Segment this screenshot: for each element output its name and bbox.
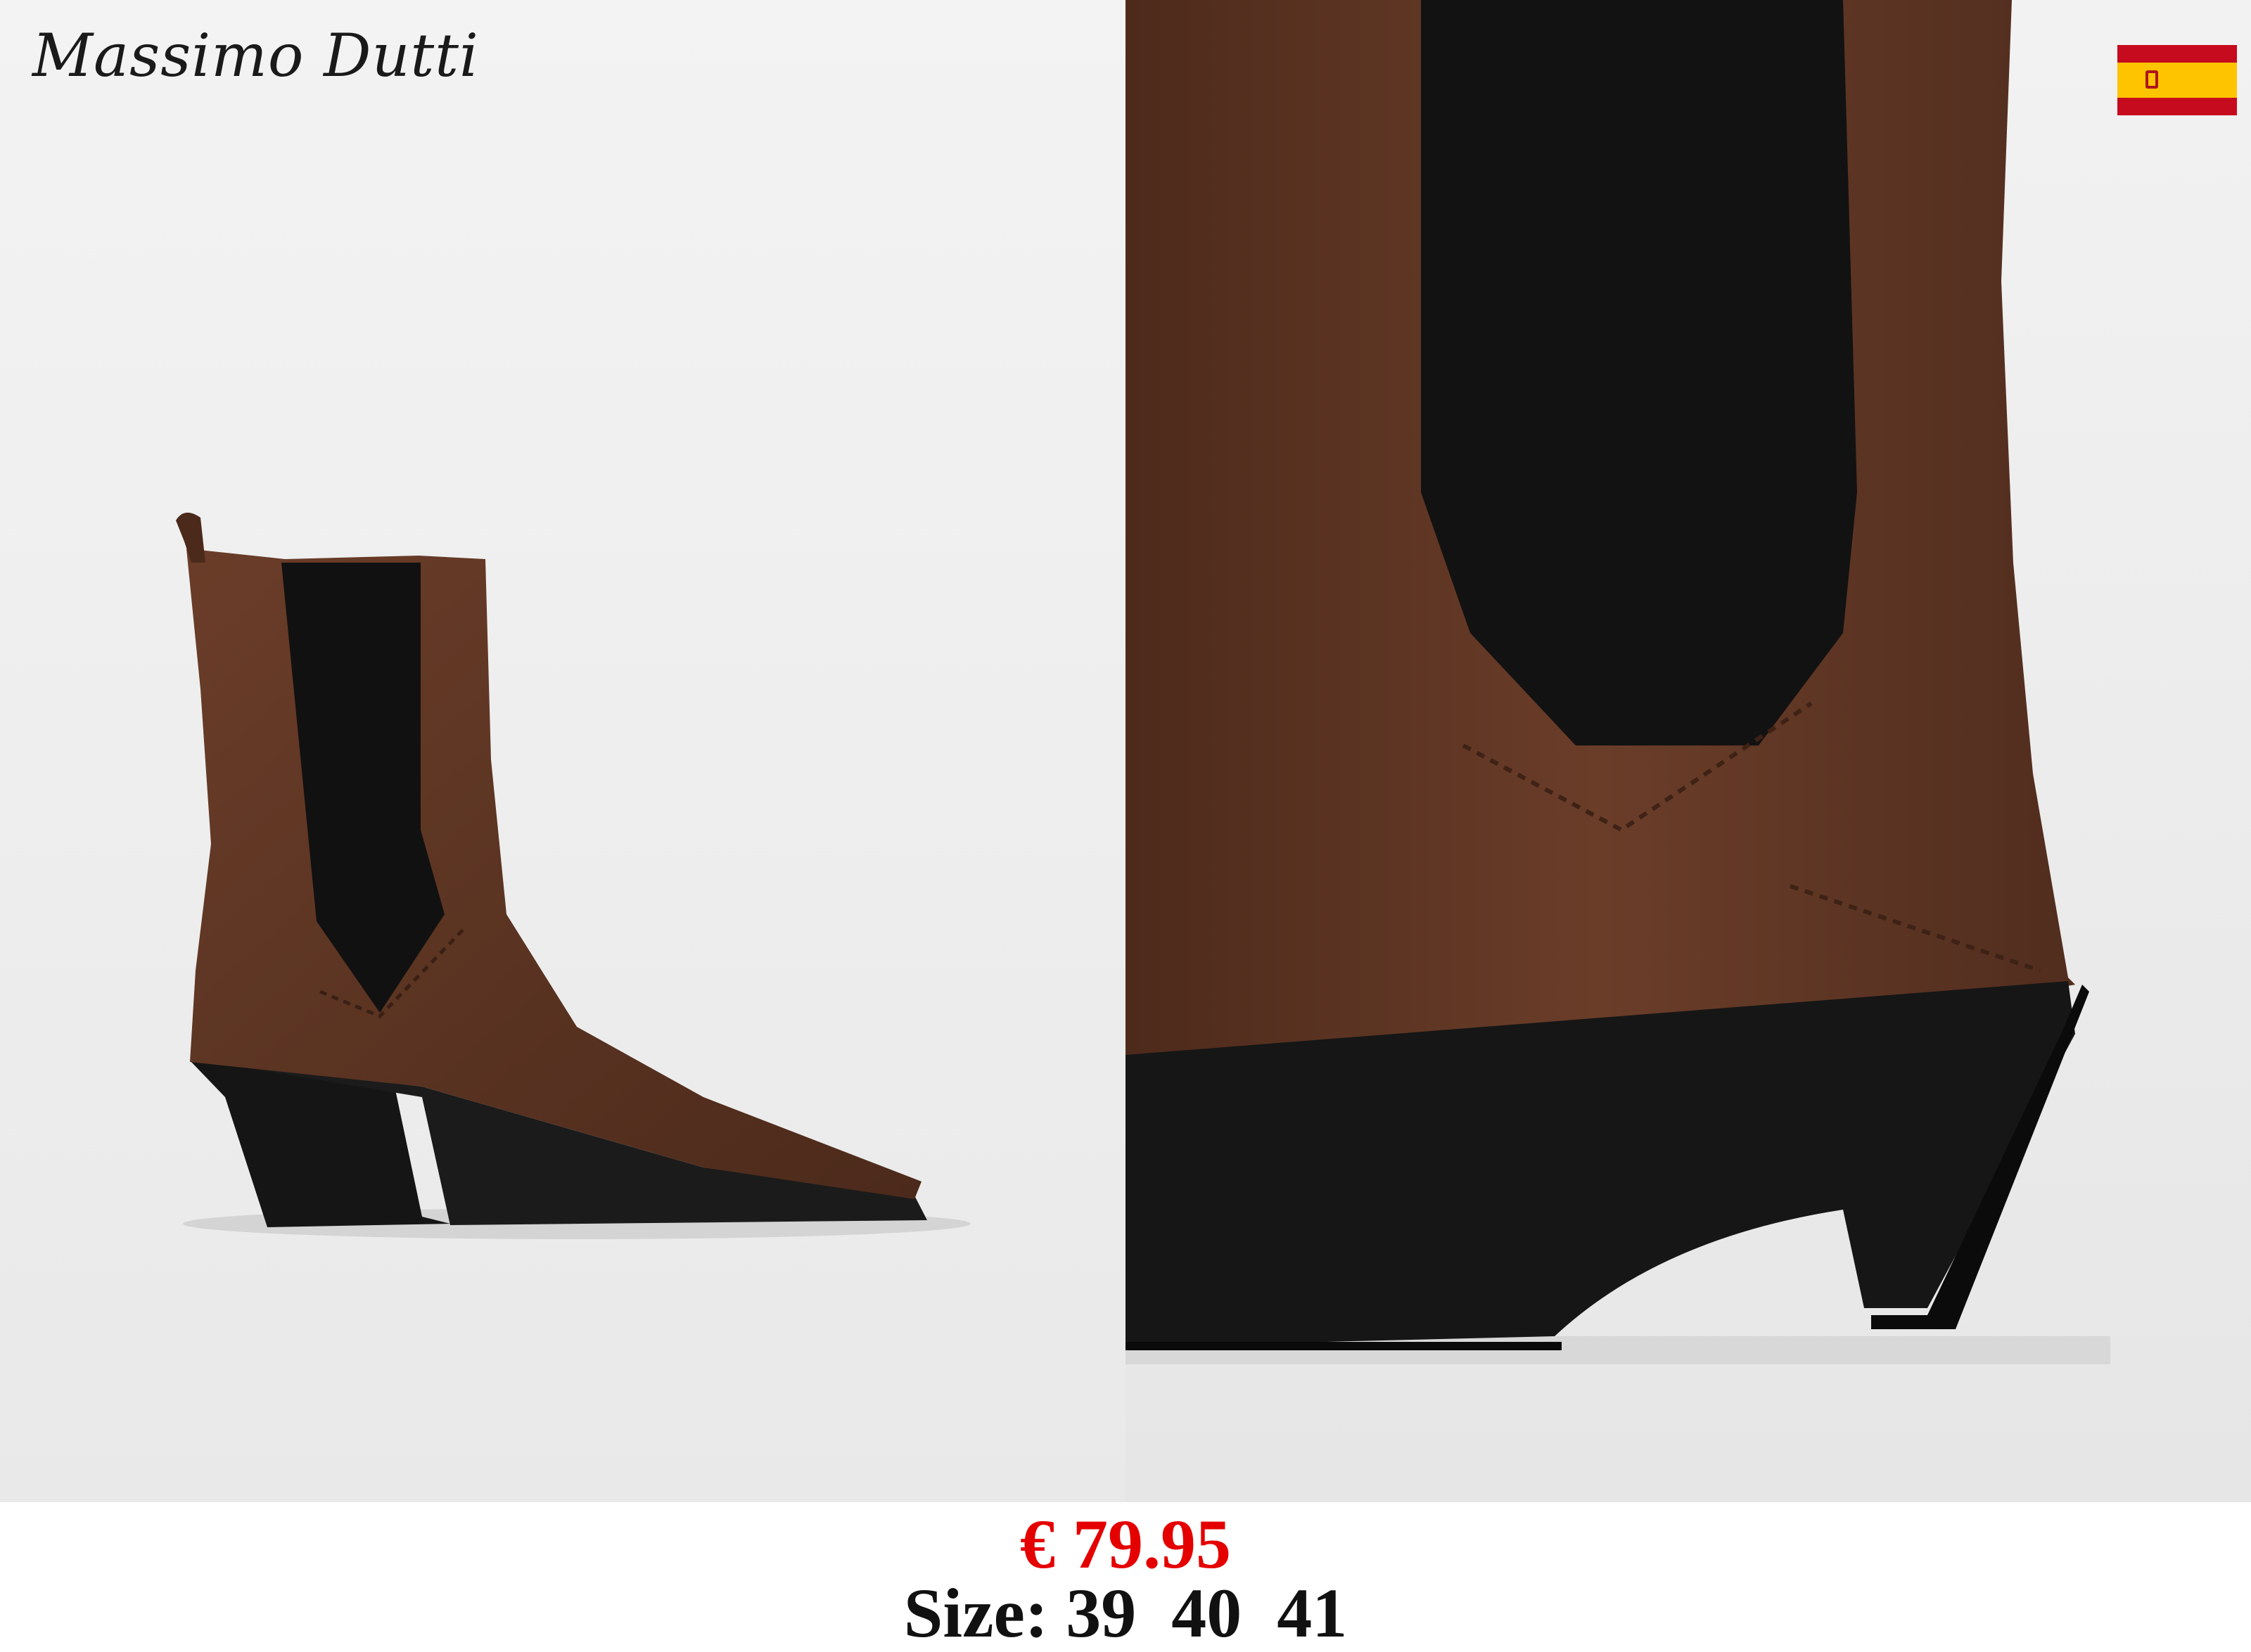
product-image-heel-closeup[interactable] [1126,0,2251,1502]
size-option[interactable]: 41 [1277,1574,1347,1652]
brand-logo[interactable]: Massimo Dutti [32,21,479,90]
boot-heel-closeup-illustration [1126,0,2251,1502]
product-info: € 79.95 Size: 39 40 41 [0,1502,2251,1651]
spain-flag-icon[interactable] [2117,45,2237,115]
boot-side-illustration [0,0,1126,1502]
size-list: Size: 39 40 41 [0,1578,2251,1648]
size-label: Size: [903,1574,1049,1652]
product-price: € 79.95 [1020,1505,1231,1583]
flag-graphic [2117,45,2237,115]
size-option[interactable]: 39 [1066,1574,1136,1652]
size-option[interactable]: 40 [1171,1574,1242,1652]
product-image-side-view[interactable] [0,0,1126,1502]
